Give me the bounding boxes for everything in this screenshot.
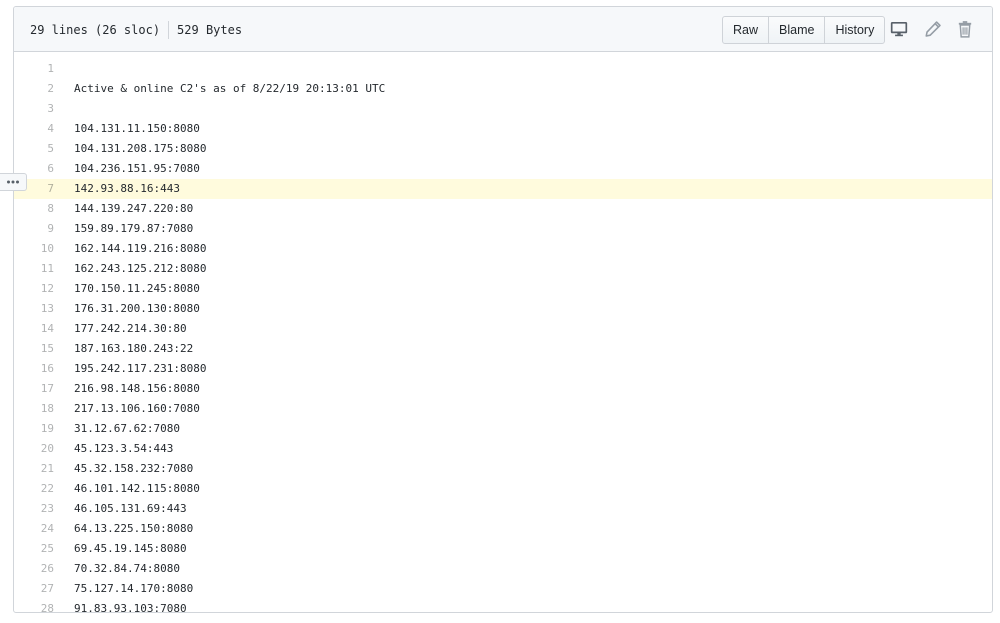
line-code: 170.150.11.245:8080 [74, 282, 200, 295]
file-lines-info: 29 lines (26 sloc) [30, 23, 161, 37]
line-number[interactable]: 24 [14, 519, 54, 539]
line-code: 104.236.151.95:7080 [74, 162, 200, 175]
code-line: 19 31.12.67.62:7080 [14, 419, 992, 439]
code-line: 22 46.101.142.115:8080 [14, 479, 992, 499]
line-number[interactable]: 20 [14, 439, 54, 459]
line-code: 91.83.93.103:7080 [74, 602, 187, 613]
line-code: 217.13.106.160:7080 [74, 402, 200, 415]
line-code: 142.93.88.16:443 [74, 182, 180, 195]
code-line: 12 170.150.11.245:8080 [14, 279, 992, 299]
code-line: 15 187.163.180.243:22 [14, 339, 992, 359]
line-code: 162.144.119.216:8080 [74, 242, 207, 255]
line-number[interactable]: 5 [14, 139, 54, 159]
code-line: 17 216.98.148.156:8080 [14, 379, 992, 399]
line-number[interactable]: 23 [14, 499, 54, 519]
kebab-horizontal-icon [0, 179, 26, 185]
history-button[interactable]: History [824, 16, 886, 44]
line-number[interactable]: 11 [14, 259, 54, 279]
code-line: 27 75.127.14.170:8080 [14, 579, 992, 599]
line-code: 46.101.142.115:8080 [74, 482, 200, 495]
line-number[interactable]: 3 [14, 99, 54, 119]
line-number[interactable]: 10 [14, 239, 54, 259]
file-box: 29 lines (26 sloc) 529 Bytes Raw Blame Hi… [13, 6, 993, 613]
code-line: 8 144.139.247.220:80 [14, 199, 992, 219]
line-code: 144.139.247.220:80 [74, 202, 194, 215]
line-code: 69.45.19.145:8080 [74, 542, 187, 555]
line-number[interactable]: 17 [14, 379, 54, 399]
code-line: 28 91.83.93.103:7080 [14, 599, 992, 613]
code-line: 23 46.105.131.69:443 [14, 499, 992, 519]
trash-icon[interactable] [956, 20, 974, 38]
line-number[interactable]: 28 [14, 599, 54, 612]
code-line: 18 217.13.106.160:7080 [14, 399, 992, 419]
line-number[interactable]: 19 [14, 419, 54, 439]
desktop-icon[interactable] [890, 20, 908, 38]
file-header: 29 lines (26 sloc) 529 Bytes Raw Blame Hi… [14, 7, 992, 52]
line-code: 45.123.3.54:443 [74, 442, 174, 455]
line-number[interactable]: 18 [14, 399, 54, 419]
line-number[interactable]: 12 [14, 279, 54, 299]
line-number[interactable]: 2 [14, 79, 54, 99]
line-code: 104.131.208.175:8080 [74, 142, 207, 155]
line-code: 31.12.67.62:7080 [74, 422, 180, 435]
line-code: 162.243.125.212:8080 [74, 262, 207, 275]
line-code: 216.98.148.156:8080 [74, 382, 200, 395]
line-code: 75.127.14.170:8080 [74, 582, 194, 595]
blame-button[interactable]: Blame [768, 16, 826, 44]
code-line: 10 162.144.119.216:8080 [14, 239, 992, 259]
code-line: 24 64.13.225.150:8080 [14, 519, 992, 539]
line-number[interactable]: 22 [14, 479, 54, 499]
line-code: 64.13.225.150:8080 [74, 522, 194, 535]
code-line: 16 195.242.117.231:8080 [14, 359, 992, 379]
line-number[interactable]: 8 [14, 199, 54, 219]
line-number[interactable]: 15 [14, 339, 54, 359]
line-code: 46.105.131.69:443 [74, 502, 187, 515]
code-line: 14 177.242.214.30:80 [14, 319, 992, 339]
file-info: 29 lines (26 sloc) 529 Bytes [30, 21, 242, 39]
line-code: Active & online C2's as of 8/22/19 20:13… [74, 82, 386, 95]
code-view: 1 2 Active & online C2's as of 8/22/19 20:… [14, 53, 992, 613]
line-number[interactable]: 16 [14, 359, 54, 379]
line-number[interactable]: 9 [14, 219, 54, 239]
file-size-info: 529 Bytes [177, 23, 243, 37]
line-number[interactable]: 26 [14, 559, 54, 579]
line-number[interactable]: 25 [14, 539, 54, 559]
code-line: 21 45.32.158.232:7080 [14, 459, 992, 479]
code-line: 5 104.131.208.175:8080 [14, 139, 992, 159]
line-code: 104.131.11.150:8080 [74, 122, 200, 135]
line-code: 187.163.180.243:22 [74, 342, 194, 355]
code-line: 13 176.31.200.130:8080 [14, 299, 992, 319]
line-code: 176.31.200.130:8080 [74, 302, 200, 315]
file-info-divider [168, 21, 170, 39]
pencil-icon[interactable] [924, 20, 942, 38]
line-actions-button[interactable] [0, 173, 27, 191]
file-view-button-group: Raw Blame History [722, 16, 886, 44]
code-line: 2 Active & online C2's as of 8/22/19 20:1… [14, 79, 992, 99]
line-code: 70.32.84.74:8080 [74, 562, 180, 575]
code-line: 25 69.45.19.145:8080 [14, 539, 992, 559]
line-code: 195.242.117.231:8080 [74, 362, 207, 375]
line-number[interactable]: 21 [14, 459, 54, 479]
line-code: 45.32.158.232:7080 [74, 462, 194, 475]
code-line: 6 104.236.151.95:7080 [14, 159, 992, 179]
code-line: 9 159.89.179.87:7080 [14, 219, 992, 239]
code-line: 26 70.32.84.74:8080 [14, 559, 992, 579]
code-line: 20 45.123.3.54:443 [14, 439, 992, 459]
code-line: 3 [14, 99, 992, 119]
code-line: 7 142.93.88.16:443 [14, 179, 992, 199]
line-number[interactable]: 27 [14, 579, 54, 599]
code-line: 1 [14, 59, 992, 79]
line-code: 177.242.214.30:80 [74, 322, 187, 335]
line-number[interactable]: 4 [14, 119, 54, 139]
code-line: 4 104.131.11.150:8080 [14, 119, 992, 139]
code-line: 11 162.243.125.212:8080 [14, 259, 992, 279]
line-code: 159.89.179.87:7080 [74, 222, 194, 235]
raw-button[interactable]: Raw [722, 16, 770, 44]
line-number[interactable]: 13 [14, 299, 54, 319]
line-number[interactable]: 14 [14, 319, 54, 339]
line-number[interactable]: 1 [14, 59, 54, 79]
